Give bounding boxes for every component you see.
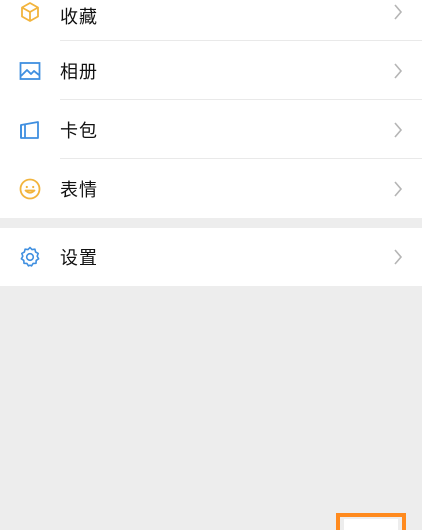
menu-item-favorites[interactable]: 收藏 — [0, 0, 422, 41]
menu-group-1: 收藏 相册 卡包 表情 — [0, 0, 422, 218]
highlight-frame-inner — [344, 519, 398, 530]
chevron-right-icon — [394, 62, 403, 79]
menu-item-album[interactable]: 相册 — [0, 41, 422, 100]
menu-item-card-wallet[interactable]: 卡包 — [0, 100, 422, 159]
card-wallet-icon — [18, 118, 42, 142]
menu-item-label: 卡包 — [60, 120, 98, 142]
gear-icon — [18, 245, 42, 269]
chevron-right-icon — [394, 4, 403, 20]
menu-item-label: 设置 — [60, 248, 98, 269]
menu-item-label: 相册 — [60, 61, 98, 83]
photo-icon — [18, 59, 42, 83]
chevron-right-icon — [394, 180, 403, 197]
chevron-right-icon — [394, 121, 403, 138]
cube-icon — [18, 0, 42, 24]
menu-item-stickers[interactable]: 表情 — [0, 159, 422, 218]
menu-item-label: 收藏 — [60, 7, 98, 28]
highlight-frame — [336, 513, 406, 530]
menu-item-label: 表情 — [60, 179, 98, 201]
menu-item-settings[interactable]: 设置 — [0, 228, 422, 286]
me-settings-screen: 收藏 相册 卡包 表情 设置 — [0, 0, 422, 530]
smiley-icon — [18, 177, 42, 201]
menu-group-2: 设置 — [0, 228, 422, 286]
chevron-right-icon — [394, 249, 403, 265]
